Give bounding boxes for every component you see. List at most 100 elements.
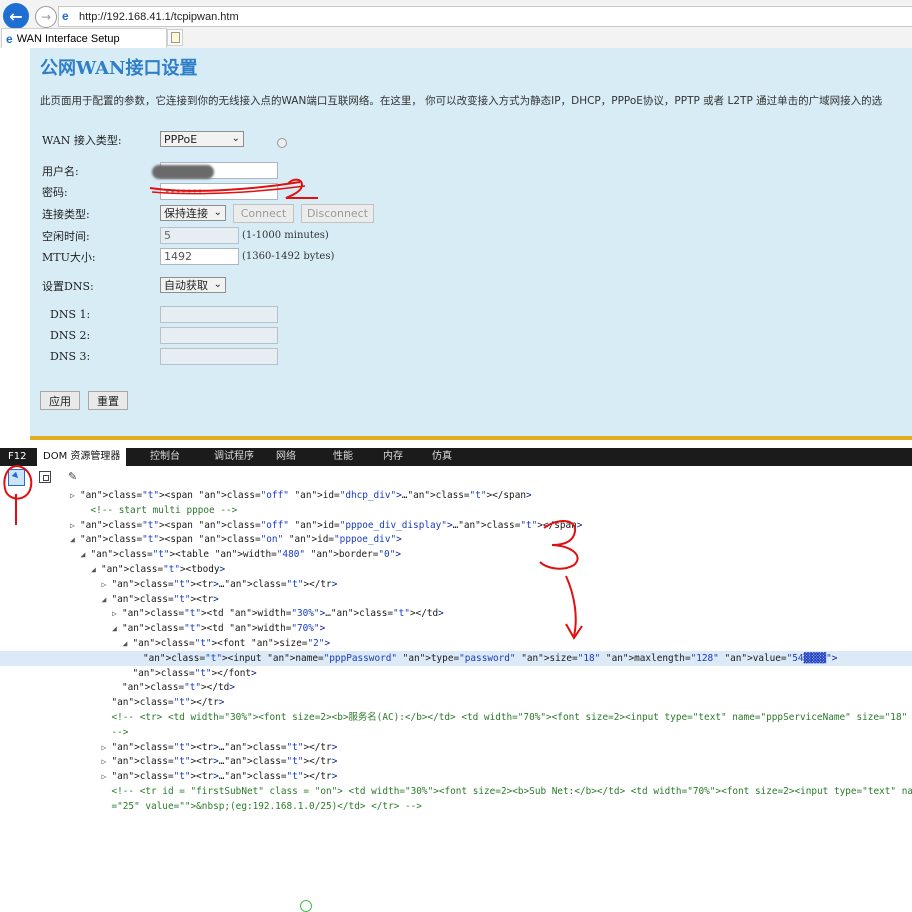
idle-time-field[interactable]: 5 [160, 227, 239, 244]
tab-debugger[interactable]: 调试程序 [214, 448, 254, 466]
panel-divider [30, 436, 912, 440]
password-field[interactable]: ••••••• [160, 183, 278, 200]
devtools-toolbar: ✎ [0, 466, 912, 489]
browser-tab[interactable]: e WAN Interface Setup [1, 28, 167, 48]
dns3-field[interactable] [160, 348, 278, 365]
dom-node-text: "an">class="t"><td "an">width="30%">…"an… [122, 608, 444, 619]
dom-node[interactable]: --> [102, 725, 129, 740]
expand-toggle-icon[interactable]: ◢ [123, 636, 133, 651]
dom-node[interactable]: ▷"an">class="t"><tr>…"an">class="t"></tr… [102, 740, 338, 755]
highlight-icon[interactable] [39, 471, 51, 483]
dom-node[interactable]: ▷"an">class="t"><tr>…"an">class="t"></tr… [102, 577, 338, 592]
dom-node[interactable]: "an">class="t"></tr> [102, 695, 225, 710]
dom-node[interactable]: ◢"an">class="t"><tbody> [91, 562, 225, 577]
dom-node-text: "an">class="t"><tr>…"an">class="t"></tr> [112, 579, 338, 590]
dom-node-text: "an">class="t"><tr>…"an">class="t"></tr> [112, 756, 338, 767]
dom-node[interactable]: ◢"an">class="t"><span "an">class="on" "a… [70, 532, 402, 547]
dom-node-text: "an">class="t"><tr>…"an">class="t"></tr> [112, 742, 338, 753]
record-icon[interactable] [300, 900, 312, 912]
dom-node[interactable]: ◢"an">class="t"><tr> [102, 592, 219, 607]
expand-toggle-icon[interactable]: ▷ [112, 606, 122, 621]
dom-tree: ▷"an">class="t"><span "an">class="off" "… [0, 488, 912, 815]
expand-toggle-icon[interactable]: ▷ [70, 488, 80, 503]
wan-type-label: WAN 接入类型: [42, 132, 122, 148]
expand-toggle-icon[interactable]: ◢ [70, 532, 80, 547]
dom-node[interactable]: ▷"an">class="t"><span "an">class="off" "… [70, 488, 532, 503]
dns1-label: DNS 1: [50, 308, 90, 321]
wan-type-select[interactable]: PPPoE ⌄ [160, 131, 244, 147]
tab-performance[interactable]: 性能 [333, 448, 353, 466]
tab-network[interactable]: 网络 [276, 448, 296, 466]
expand-toggle-icon[interactable]: ▷ [102, 577, 112, 592]
dom-node[interactable]: ▷"an">class="t"><tr>…"an">class="t"></tr… [102, 754, 338, 769]
back-button[interactable]: ← [3, 3, 29, 29]
dom-node-text: <!-- <tr id = "firstSubNet" class = "on"… [112, 786, 912, 797]
dom-node-text: "an">class="t"></td> [122, 682, 235, 693]
dns1-field[interactable] [160, 306, 278, 323]
dns2-field[interactable] [160, 327, 278, 344]
dom-node-text: --> [112, 727, 129, 738]
dom-node[interactable]: "an">class="t"></td> [112, 680, 235, 695]
dom-node-text: "an">class="t"><tr>…"an">class="t"></tr> [112, 771, 338, 782]
dom-node[interactable]: ▷"an">class="t"><td "an">width="30%">…"a… [112, 606, 444, 621]
expand-toggle-icon[interactable]: ◢ [112, 621, 122, 636]
wan-type-value: PPPoE [164, 133, 197, 146]
dom-node[interactable]: ◢"an">class="t"><table "an">width="480" … [81, 547, 402, 562]
page-description: 此页面用于配置的参数，它连接到你的无线接入点的WAN端口互联网络。在这里， 你可… [40, 93, 882, 108]
page-title: 公网WAN接口设置 [40, 54, 197, 80]
expand-toggle-icon[interactable]: ▷ [102, 740, 112, 755]
address-bar[interactable]: e http://192.168.41.1/tcpipwan.htm [58, 6, 912, 27]
expand-toggle-icon[interactable]: ◢ [102, 592, 112, 607]
dom-node-text: "an">class="t"><tr> [112, 594, 219, 605]
expand-toggle-icon[interactable]: ▷ [70, 518, 80, 533]
expand-toggle-icon[interactable]: ▷ [102, 754, 112, 769]
username-label: 用户名: [42, 163, 79, 179]
dns-mode-select[interactable]: 自动获取 ⌄ [160, 277, 226, 293]
tab-console[interactable]: 控制台 [150, 448, 180, 466]
idle-time-label: 空闲时间: [42, 228, 90, 244]
conn-type-select[interactable]: 保持连接 ⌄ [160, 205, 226, 221]
dom-node-text: ="25" value="">&nbsp;(eg:192.168.1.0/25)… [112, 801, 422, 812]
dom-node[interactable]: ▷"an">class="t"><tr>…"an">class="t"></tr… [102, 769, 338, 784]
dom-node-text: "an">class="t"></font> [133, 668, 257, 679]
url-text: http://192.168.41.1/tcpipwan.htm [79, 11, 239, 23]
tab-memory[interactable]: 内存 [383, 448, 403, 466]
radio-icon[interactable] [277, 138, 287, 148]
dom-node-text: "an">class="t"></tr> [112, 697, 225, 708]
chevron-down-icon: ⌄ [214, 207, 222, 218]
dom-node[interactable]: <!-- <tr> <td width="30%"><font size=2><… [102, 710, 912, 725]
forward-button[interactable]: → [35, 6, 57, 28]
dom-node-selected[interactable]: "an">class="t"><input "an">name="pppPass… [0, 651, 912, 666]
dns2-label: DNS 2: [50, 329, 90, 342]
page-content [0, 48, 912, 448]
conn-type-value: 保持连接 [164, 205, 208, 221]
ie-icon: e [62, 10, 75, 23]
dom-node-text: "an">class="t"><input "an">name="pppPass… [143, 653, 837, 664]
browser-chrome: ← → e http://192.168.41.1/tcpipwan.htm e… [0, 0, 912, 49]
disconnect-button[interactable]: Disconnect [301, 204, 374, 223]
dns-mode-label: 设置DNS: [42, 278, 94, 294]
new-tab-button[interactable] [167, 29, 183, 46]
dom-node[interactable]: <!-- start multi pppoe --> [81, 503, 238, 518]
select-element-icon[interactable] [8, 469, 25, 486]
dom-node-text: "an">class="t"><span "an">class="on" "an… [80, 534, 402, 545]
dom-node-text: "an">class="t"><table "an">width="480" "… [91, 549, 402, 560]
dom-node[interactable]: "an">class="t"></font> [123, 666, 257, 681]
reset-button[interactable]: 重置 [88, 391, 128, 410]
mtu-field[interactable]: 1492 [160, 248, 239, 265]
dom-node[interactable]: ▷"an">class="t"><span "an">class="off" "… [70, 518, 582, 533]
connect-button[interactable]: Connect [233, 204, 294, 223]
dom-node[interactable]: <!-- <tr id = "firstSubNet" class = "on"… [102, 784, 912, 799]
dom-node[interactable]: ="25" value="">&nbsp;(eg:192.168.1.0/25)… [102, 799, 422, 814]
tab-emulation[interactable]: 仿真 [432, 448, 452, 466]
dom-node[interactable]: ◢"an">class="t"><font "an">size="2"> [123, 636, 331, 651]
dns3-label: DNS 3: [50, 350, 90, 363]
color-picker-icon[interactable]: ✎ [68, 470, 77, 483]
expand-toggle-icon[interactable]: ◢ [81, 547, 91, 562]
apply-button[interactable]: 应用 [40, 391, 80, 410]
ie-tab-icon: e [6, 32, 13, 46]
dom-node[interactable]: ◢"an">class="t"><td "an">width="70%"> [112, 621, 325, 636]
tab-dom-explorer[interactable]: DOM 资源管理器 [37, 448, 126, 466]
expand-toggle-icon[interactable]: ▷ [102, 769, 112, 784]
expand-toggle-icon[interactable]: ◢ [91, 562, 101, 577]
